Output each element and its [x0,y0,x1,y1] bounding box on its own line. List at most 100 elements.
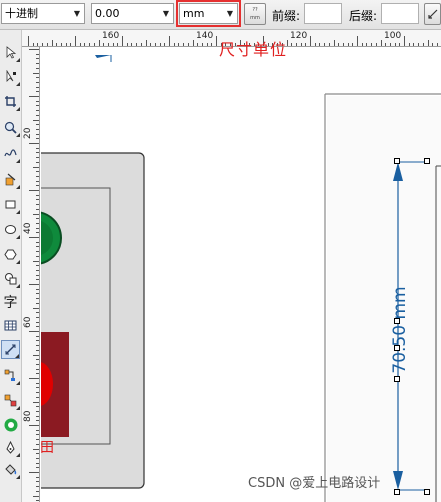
v-ruler-tick [29,96,39,97]
text-tool-button[interactable]: 字 [1,292,20,311]
v-ruler-tick [33,354,39,356]
precision-select[interactable]: 0.00 ▼ [91,3,174,24]
fill-tool-button[interactable] [1,460,20,479]
freehand-tool-button[interactable] [1,144,20,163]
h-ruler-tick [352,43,354,46]
blend-tool-button[interactable] [1,391,20,410]
eyedropper-tool-button[interactable] [1,415,20,434]
h-ruler-tick [122,36,123,46]
smart-fill-tool-button[interactable] [1,170,20,189]
v-ruler-tick [29,472,39,473]
v-ruler-tick [36,481,39,483]
h-ruler-tick [300,43,302,46]
v-ruler-tick [36,124,39,126]
basic-shapes-tool-button[interactable] [1,269,20,288]
h-ruler-tick [75,36,76,46]
canvas-drawing: 田 70.50 mm [41,55,441,502]
h-ruler-tick [216,36,217,46]
prefix-input[interactable] [304,3,342,24]
numbering-system-select[interactable]: 十进制 ▼ [1,3,85,24]
toolbox: 字 [0,30,22,502]
v-ruler-tick [36,373,39,375]
polygon-tool-button[interactable] [1,245,20,264]
drawing-canvas[interactable]: 田 70.50 mm [41,48,441,502]
zoom-tool-button[interactable] [1,118,20,137]
v-ruler-tick [36,476,39,478]
h-ruler-tick [65,43,67,46]
dimension-label: 70.50 mm [390,286,410,373]
v-ruler-tick [29,284,39,285]
h-ruler-tick [60,43,62,46]
h-ruler-tick [178,43,180,46]
v-ruler-tick [33,72,39,74]
v-ruler-tick [36,434,39,436]
suffix-input[interactable] [381,3,419,24]
chevron-down-icon: ▼ [162,9,170,18]
connector-tool-button[interactable] [1,366,20,385]
ellipse-tool-button[interactable] [1,220,20,239]
h-ruler-tick [385,43,387,46]
h-ruler-tick [79,43,81,46]
v-ruler-tick [29,190,39,191]
v-ruler-tick [33,260,39,262]
h-ruler-tick [103,43,105,46]
units-value: mm [183,7,205,20]
pick-tool-button[interactable] [1,43,20,62]
h-ruler-tick [371,43,373,46]
v-ruler-tick [36,406,39,408]
h-ruler-tick [394,43,396,46]
selection-handle[interactable] [394,318,400,324]
v-ruler-tick [29,331,39,332]
selection-handle[interactable] [424,489,430,495]
rectangle-tool-button[interactable] [1,195,20,214]
dimension-tool-button[interactable] [1,340,20,359]
selection-handle[interactable] [394,345,400,351]
h-ruler-tick [84,43,86,46]
v-ruler-tick [36,208,39,210]
prefix-label: 前缀: [272,9,301,23]
v-ruler-tick [36,316,39,318]
units-select[interactable]: mm ▼ [176,0,241,27]
outline-tool-button[interactable] [1,438,20,457]
h-ruler-tick [169,36,170,46]
h-ruler-tick [436,43,438,46]
v-ruler-tick [36,363,39,365]
h-ruler-tick [427,40,429,46]
h-ruler-tick [70,43,72,46]
units-toggle-top-text: ?? [252,7,258,13]
v-ruler-tick [33,448,39,450]
v-ruler-tick [36,293,39,295]
h-ruler-tick [56,43,58,46]
v-ruler-tick [36,171,39,173]
v-ruler-tick [36,194,39,196]
shape-tool-button[interactable] [1,67,20,86]
v-ruler-tick [36,382,39,384]
show-units-toggle-button[interactable]: ?? mm [244,3,266,25]
v-ruler-tick [33,166,39,168]
v-ruler-label: 40 [23,222,33,234]
h-ruler-tick [389,43,391,46]
h-ruler-tick [295,43,297,46]
h-ruler-tick [164,43,166,46]
h-ruler-tick [28,36,29,46]
crop-tool-button[interactable] [1,92,20,111]
v-ruler-tick [29,237,39,238]
vertical-ruler[interactable]: 20 40 60 80 [22,47,40,502]
v-ruler-tick [36,255,39,257]
v-ruler-tick [36,340,39,342]
h-ruler-tick [399,43,401,46]
selection-handle[interactable] [394,489,400,495]
v-ruler-tick [36,439,39,441]
v-ruler-tick [36,86,39,88]
selection-handle[interactable] [394,158,400,164]
selection-handle[interactable] [424,158,430,164]
table-tool-button[interactable] [1,316,20,335]
selection-handle[interactable] [394,376,400,382]
dynamic-dimension-button[interactable] [424,3,441,25]
v-ruler-tick [36,279,39,281]
h-ruler-tick [347,43,349,46]
h-ruler-tick [117,43,119,46]
h-ruler-tick [319,43,321,46]
v-ruler-tick [36,232,39,234]
v-ruler-tick [36,147,39,149]
